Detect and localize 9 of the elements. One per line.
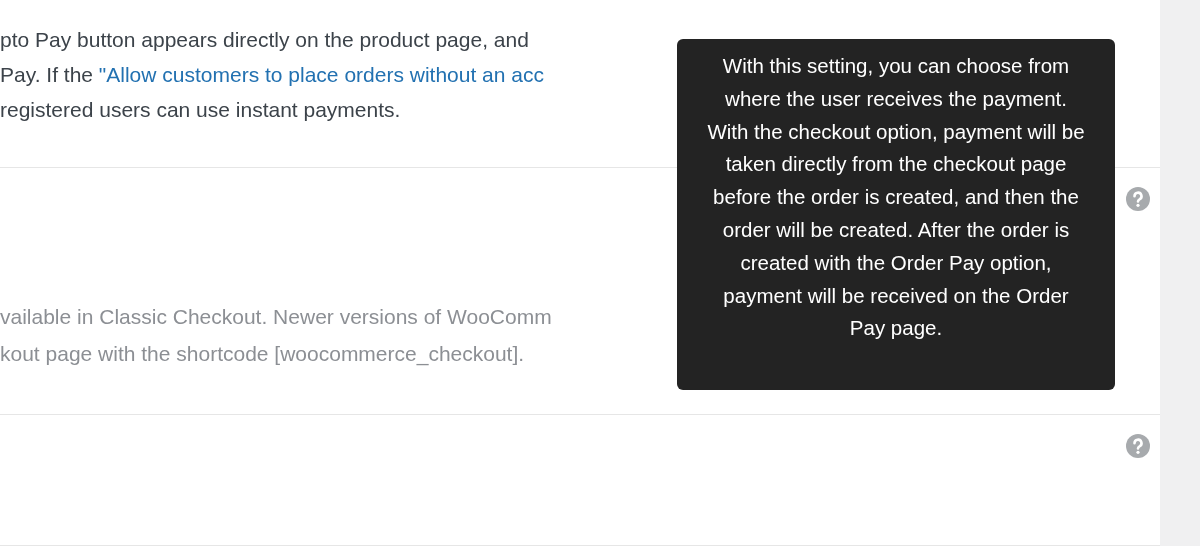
help-icon[interactable]	[1126, 434, 1150, 458]
intro-text: pto Pay button appears directly on the product page, and	[0, 28, 529, 51]
setting-description: kout page with the shortcode [woocommerce_checkout].	[0, 341, 525, 368]
setting-link[interactable]: "Allow customers to place orders without an acc	[98, 63, 544, 86]
setting-description: vailable in Classic Checkout. Newer versions of WooComm	[0, 304, 552, 331]
help-icon[interactable]	[1126, 187, 1150, 212]
tooltip: With this setting, you can choose from where the user receives the payment. With the checkout option, payment will be taken directly from the checkout page before the order is created, and then the order will be created. After the order is created with the Order Pay option, payment will be received on the Order Pay page.	[677, 39, 1115, 390]
intro-text: registered users can use instant payments.	[0, 98, 401, 121]
intro-text: Pay. If the	[0, 63, 94, 86]
